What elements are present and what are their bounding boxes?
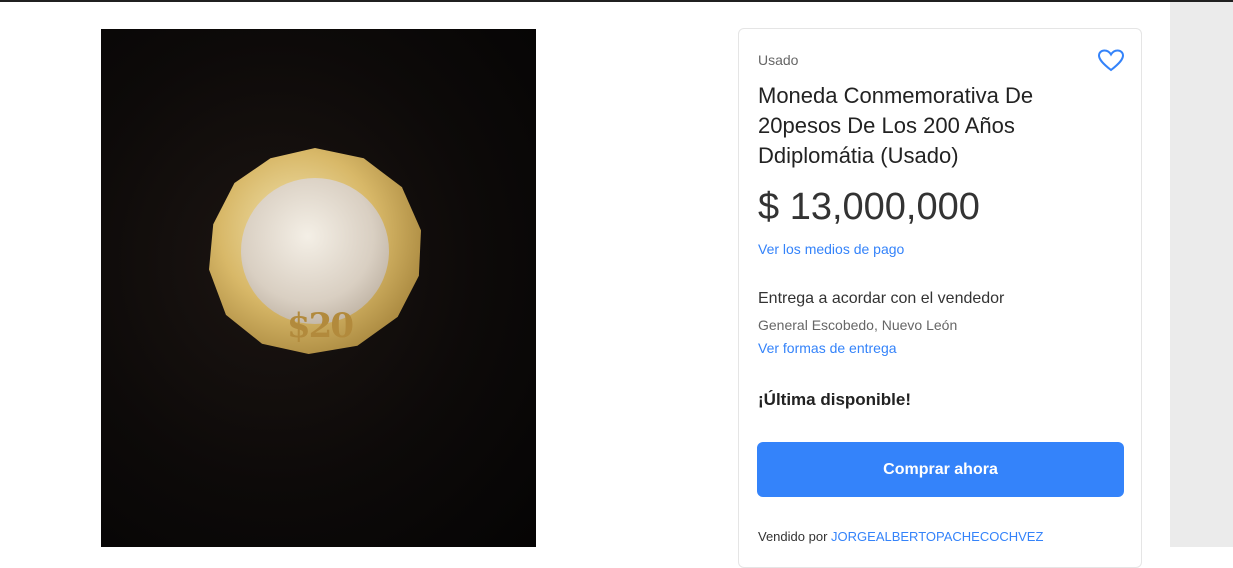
item-condition: Usado: [758, 52, 799, 68]
seller-info: Vendido por JORGEALBERTOPACHECOCHVEZ: [758, 529, 1043, 544]
coin-value-text: $20: [287, 306, 354, 346]
coin-center: [241, 178, 389, 324]
purchase-panel: Usado Moneda Conmemorativa De 20pesos De…: [738, 28, 1142, 568]
buy-now-button[interactable]: Comprar ahora: [757, 442, 1124, 497]
product-image[interactable]: $20: [101, 29, 536, 547]
coin-photo: $20: [209, 148, 421, 354]
heart-icon[interactable]: [1097, 49, 1125, 73]
product-title: Moneda Conmemorativa De 20pesos De Los 2…: [758, 83, 1034, 168]
seller-link[interactable]: JORGEALBERTOPACHECOCHVEZ: [831, 529, 1043, 544]
seller-location: General Escobedo, Nuevo León: [758, 317, 958, 333]
delivery-info: Entrega a acordar con el vendedor: [758, 290, 1005, 307]
seller-prefix: Vendido por: [758, 529, 828, 544]
payment-methods-link[interactable]: Ver los medios de pago: [758, 241, 904, 257]
top-border: [0, 0, 1233, 2]
product-price: $ 13,000,000: [758, 186, 980, 228]
delivery-methods-link[interactable]: Ver formas de entrega: [758, 340, 897, 356]
stock-status: ¡Última disponible!: [758, 390, 911, 409]
page-scroll-gutter: [1170, 2, 1233, 547]
